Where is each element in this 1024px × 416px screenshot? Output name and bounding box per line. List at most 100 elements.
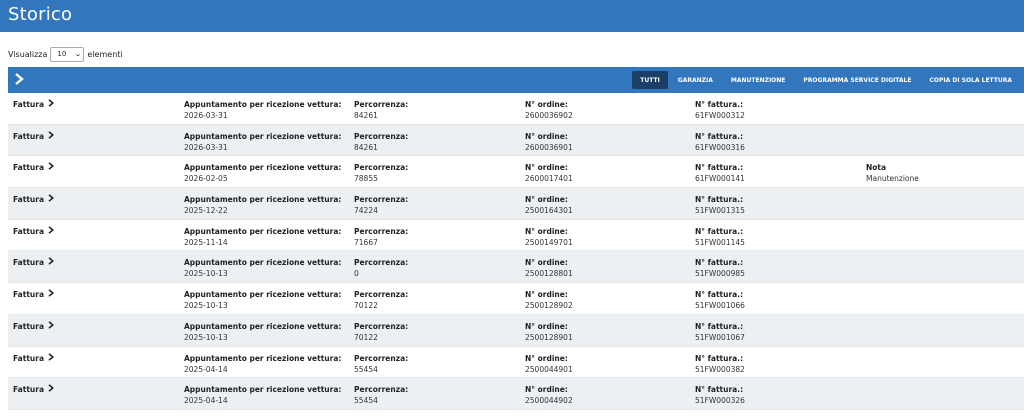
invoice-link[interactable]: Fattura — [13, 130, 55, 142]
order-cell: N° ordine: 2500128801 — [525, 257, 573, 279]
order-number: 2500149701 — [525, 237, 573, 247]
list-item: Fattura Appuntamento per ricezione vettu… — [8, 251, 1024, 284]
page-title: Storico — [8, 4, 73, 25]
chevron-right-icon[interactable] — [14, 73, 28, 87]
order-number: 2500044901 — [525, 364, 573, 374]
tab-tutti[interactable]: TUTTI — [632, 71, 668, 89]
mileage-value: 71667 — [354, 237, 378, 247]
invoice-number: 61FW000312 — [695, 111, 745, 120]
invoice-number-label: N° fattura.: — [695, 321, 744, 331]
order-cell: N° ordine: 2500044901 — [525, 353, 573, 375]
order-label: N° ordine: — [525, 100, 568, 109]
appointment-cell: Appuntamento per ricezione vettura: 2025… — [184, 257, 341, 279]
list-item: Fattura Appuntamento per ricezione vettu… — [8, 93, 1024, 125]
order-number: 2600036901 — [525, 142, 573, 152]
invoice-link[interactable]: Fattura — [13, 194, 55, 205]
mileage-label: Percorrenza: — [354, 321, 409, 331]
appointment-date: 2025-10-13 — [184, 301, 228, 311]
length-suffix-label: elementi — [87, 49, 123, 59]
invoice-number-label: N° fattura.: — [695, 195, 744, 205]
appointment-label: Appuntamento per ricezione vettura: — [184, 258, 342, 268]
invoice-number-cell: N° fattura.: 51FW000382 — [695, 353, 745, 375]
tab-manutenzione[interactable]: MANUTENZIONE — [723, 71, 794, 89]
appointment-label: Appuntamento per ricezione vettura: — [184, 100, 342, 109]
mileage-cell: Percorrenza: 55454 — [354, 353, 408, 375]
invoice-link[interactable]: Fattura — [13, 225, 55, 237]
invoice-number-label: N° fattura.: — [695, 226, 744, 236]
order-cell: N° ordine: 2600017401 — [525, 162, 573, 184]
invoice-link[interactable]: Fattura — [13, 289, 55, 300]
invoice-number-label: N° fattura.: — [695, 353, 744, 363]
list-item: Fattura Appuntamento per ricezione vettu… — [8, 378, 1024, 410]
mileage-cell: Percorrenza: 70122 — [354, 321, 408, 343]
chevron-right-icon — [48, 194, 55, 205]
invoice-number: 51FW000326 — [695, 396, 745, 406]
order-cell: N° ordine: 2500164301 — [525, 194, 573, 216]
invoice-number-label: N° fattura.: — [695, 258, 744, 268]
invoice-link-label: Fattura — [13, 226, 45, 236]
list-item: Fattura Appuntamento per ricezione vettu… — [8, 188, 1024, 220]
invoice-number-label: N° fattura.: — [695, 131, 744, 141]
chevron-right-icon — [48, 352, 55, 364]
invoice-number: 51FW000985 — [695, 269, 745, 279]
invoice-link[interactable]: Fattura — [13, 162, 55, 173]
mileage-cell: Percorrenza: 55454 — [354, 384, 408, 406]
appointment-cell: Appuntamento per ricezione vettura: 2025… — [184, 194, 341, 216]
note-value: Manutenzione — [866, 174, 919, 184]
mileage-label: Percorrenza: — [354, 163, 409, 173]
chevron-right-icon — [48, 162, 55, 173]
invoice-number-cell: N° fattura.: 51FW001145 — [695, 226, 745, 248]
chevron-right-icon — [48, 130, 55, 142]
mileage-value: 70122 — [354, 301, 378, 311]
invoice-number-cell: N° fattura.: 51FW000326 — [695, 384, 745, 406]
appointment-date: 2026-03-31 — [184, 111, 228, 120]
tab-garanzia[interactable]: GARANZIA — [670, 71, 721, 89]
appointment-label: Appuntamento per ricezione vettura: — [184, 385, 342, 395]
invoice-link-label: Fattura — [13, 195, 45, 205]
invoice-link[interactable]: Fattura — [13, 321, 55, 332]
order-cell: N° ordine: 2500128902 — [525, 289, 573, 311]
order-cell: N° ordine: 2500149701 — [525, 226, 573, 248]
invoice-link-label: Fattura — [13, 290, 45, 300]
mileage-label: Percorrenza: — [354, 100, 409, 109]
order-label: N° ordine: — [525, 163, 568, 173]
history-list: Fattura Appuntamento per ricezione vettu… — [8, 93, 1024, 410]
mileage-value: 74224 — [354, 206, 378, 216]
invoice-link-label: Fattura — [13, 258, 45, 268]
invoice-number-cell: N° fattura.: 51FW001315 — [695, 194, 745, 216]
length-prefix-label: Visualizza — [8, 49, 48, 59]
tab-programma-service-digitale[interactable]: PROGRAMMA SERVICE DIGITALE — [795, 71, 919, 89]
invoice-link-label: Fattura — [13, 321, 45, 331]
chevron-right-icon — [48, 99, 55, 110]
page-length-select[interactable]: 10 ⌄ — [50, 46, 85, 62]
mileage-value: 84261 — [354, 142, 378, 152]
tab-copia-di-sola-lettura[interactable]: COPIA DI SOLA LETTURA — [921, 71, 1020, 89]
appointment-cell: Appuntamento per ricezione vettura: 2025… — [184, 226, 341, 248]
invoice-number: 51FW001067 — [695, 332, 745, 342]
page-length-value: 10 — [57, 50, 67, 58]
list-item: Fattura Appuntamento per ricezione vettu… — [8, 346, 1024, 379]
chevron-right-icon — [48, 384, 55, 395]
appointment-label: Appuntamento per ricezione vettura: — [184, 163, 342, 173]
invoice-link[interactable]: Fattura — [13, 99, 55, 110]
appointment-label: Appuntamento per ricezione vettura: — [184, 353, 342, 363]
appointment-date: 2026-02-05 — [184, 174, 228, 184]
order-label: N° ordine: — [525, 290, 568, 300]
invoice-number-cell: N° fattura.: 51FW001067 — [695, 321, 745, 343]
invoice-link[interactable]: Fattura — [13, 257, 55, 268]
invoice-link[interactable]: Fattura — [13, 352, 55, 364]
invoice-number-cell: N° fattura.: 61FW000312 — [695, 99, 745, 121]
chevron-down-icon: ⌄ — [73, 50, 82, 58]
order-number: 2500128801 — [525, 269, 573, 279]
order-label: N° ordine: — [525, 258, 568, 268]
mileage-label: Percorrenza: — [354, 290, 409, 300]
mileage-label: Percorrenza: — [354, 226, 409, 236]
invoice-link[interactable]: Fattura — [13, 384, 55, 395]
mileage-value: 78855 — [354, 174, 378, 184]
invoice-number-cell: N° fattura.: 61FW000141 — [695, 162, 745, 184]
mileage-value: 0 — [354, 269, 359, 279]
order-number: 2500128902 — [525, 301, 573, 311]
invoice-number-label: N° fattura.: — [695, 163, 744, 173]
mileage-cell: Percorrenza: 84261 — [354, 99, 408, 121]
note-label: Nota — [866, 163, 887, 173]
